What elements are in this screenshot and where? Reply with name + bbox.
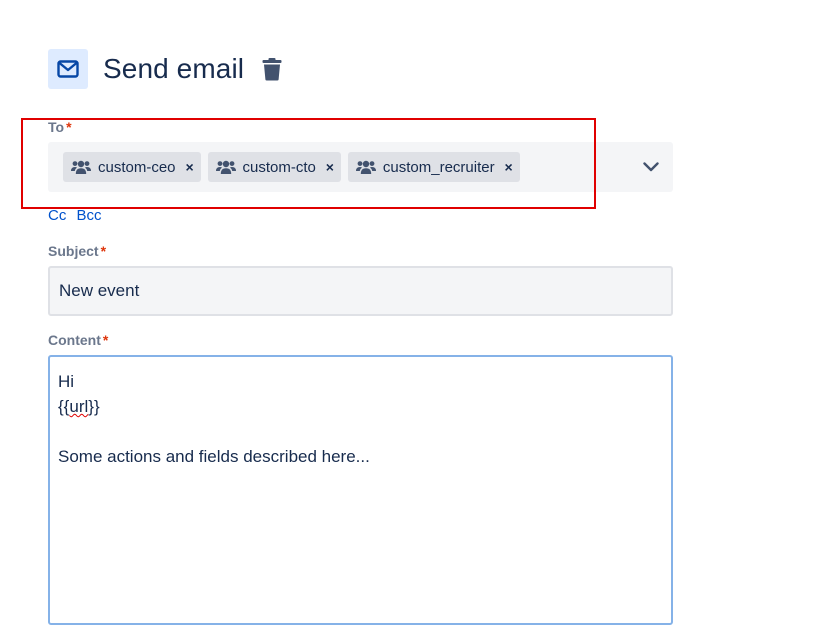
to-recipients-field[interactable]: custom-ceo × custom-cto × custom_recruit… bbox=[48, 142, 673, 192]
content-line bbox=[58, 419, 663, 444]
header: Send email bbox=[48, 49, 284, 89]
page-title: Send email bbox=[103, 53, 245, 84]
mail-icon bbox=[48, 49, 88, 89]
recipient-chip-custom-cto[interactable]: custom-cto × bbox=[207, 152, 341, 182]
recipient-label: custom-ceo bbox=[98, 158, 176, 176]
bcc-link[interactable]: Bcc bbox=[77, 207, 102, 224]
recipient-chip-custom-ceo[interactable]: custom-ceo × bbox=[63, 152, 201, 182]
content-editor[interactable]: Hi {{url}} Some actions and fields descr… bbox=[48, 355, 673, 625]
cc-link[interactable]: Cc bbox=[48, 207, 66, 224]
chevron-down-icon[interactable] bbox=[639, 155, 663, 179]
remove-recipient-icon[interactable]: × bbox=[179, 152, 201, 182]
subject-label-text: Subject bbox=[48, 243, 99, 259]
remove-recipient-icon[interactable]: × bbox=[498, 152, 520, 182]
trash-icon[interactable] bbox=[260, 55, 284, 83]
placeholder-open: {{ bbox=[58, 397, 70, 416]
recipient-chip-custom-recruiter[interactable]: custom_recruiter × bbox=[347, 152, 520, 182]
content-label: Content * bbox=[48, 332, 108, 348]
subject-input[interactable] bbox=[48, 266, 673, 316]
recipient-label: custom_recruiter bbox=[382, 158, 495, 176]
to-label-text: To bbox=[48, 119, 65, 135]
content-line: Some actions and fields described here..… bbox=[58, 447, 370, 466]
group-icon bbox=[355, 160, 376, 174]
required-mark: * bbox=[100, 243, 107, 259]
group-icon bbox=[71, 160, 91, 174]
placeholder-close: }} bbox=[88, 397, 100, 416]
required-mark: * bbox=[66, 119, 72, 135]
content-line: {{url}} bbox=[58, 394, 663, 419]
remove-recipient-icon[interactable]: × bbox=[319, 152, 341, 182]
to-label: To * bbox=[48, 119, 72, 135]
group-icon bbox=[215, 160, 236, 174]
required-mark: * bbox=[102, 332, 109, 348]
cc-bcc-links: Cc Bcc bbox=[48, 207, 108, 224]
subject-label: Subject * bbox=[48, 243, 106, 259]
send-email-form: Send email To * custom-ceo × custom-cto … bbox=[0, 0, 828, 643]
placeholder-variable: url bbox=[69, 397, 89, 416]
content-line: Hi bbox=[58, 372, 75, 391]
content-label-text: Content bbox=[48, 332, 101, 348]
recipient-label: custom-cto bbox=[242, 158, 316, 176]
